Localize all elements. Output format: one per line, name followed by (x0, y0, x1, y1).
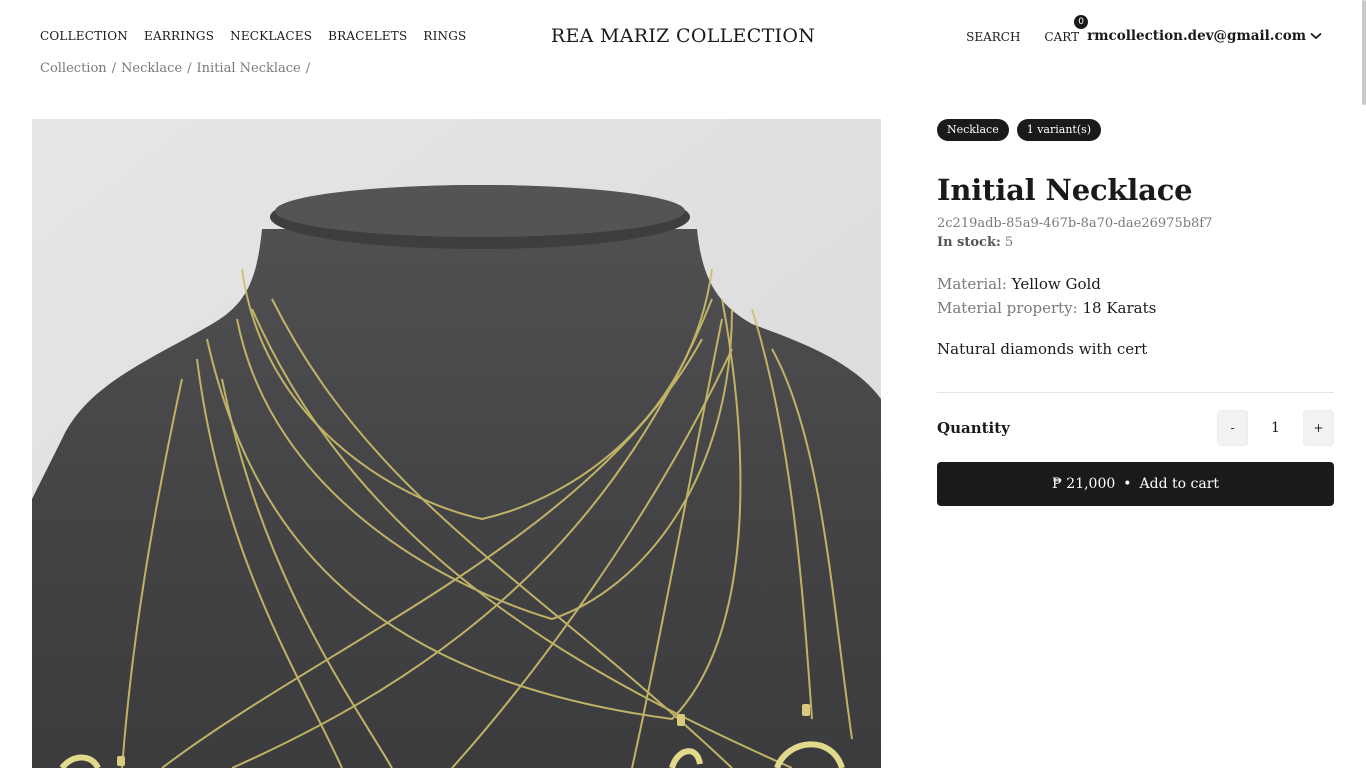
account-menu[interactable]: rmcollection.dev@gmail.com (1087, 28, 1322, 44)
search-link[interactable]: SEARCH (966, 30, 1020, 44)
increase-quantity-button[interactable]: + (1303, 409, 1334, 446)
cart-link[interactable]: CART 0 (1044, 14, 1089, 44)
product-title: Initial Necklace (937, 173, 1193, 207)
quantity-value: 1 (1271, 419, 1280, 436)
breadcrumb-collection[interactable]: Collection (40, 61, 107, 76)
nav-collection[interactable]: COLLECTION (40, 29, 128, 43)
cart-label: CART (1044, 29, 1080, 44)
brand-logo-text[interactable]: REA MARIZ COLLECTION (551, 25, 815, 47)
chevron-down-icon (1310, 32, 1322, 40)
material-property-value: 18 Karats (1082, 298, 1157, 317)
breadcrumb-necklace[interactable]: Necklace (121, 61, 182, 76)
add-to-cart-button[interactable]: ₱ 21,000 • Add to cart (937, 461, 1334, 506)
account-email: rmcollection.dev@gmail.com (1087, 28, 1306, 44)
quantity-row: Quantity - 1 + (937, 409, 1334, 446)
product-tags: Necklace 1 variant(s) (937, 119, 1334, 141)
divider (937, 391, 1334, 393)
variants-tag: 1 variant(s) (1016, 119, 1102, 141)
decrease-quantity-button[interactable]: - (1217, 409, 1248, 446)
price-label: ₱ 21,000 (1051, 475, 1116, 492)
material-info: Material: Yellow Gold Material property:… (937, 272, 1334, 320)
category-tag[interactable]: Necklace (937, 119, 1009, 141)
product-id: 2c219adb-85a9-467b-8a70-dae26975b8f7 (937, 215, 1213, 231)
separator-dot: • (1123, 475, 1132, 492)
product-description: Natural diamonds with cert (937, 339, 1148, 358)
material-value: Yellow Gold (1011, 274, 1101, 293)
necklace-photo (32, 119, 881, 768)
breadcrumb-separator: / (187, 61, 192, 76)
page-scrollbar[interactable] (1362, 0, 1366, 105)
product-details: Necklace 1 variant(s) Initial Necklace 2… (937, 119, 1334, 506)
product-image[interactable] (32, 119, 881, 768)
breadcrumb: Collection / Necklace / Initial Necklace… (40, 61, 310, 76)
breadcrumb-separator: / (111, 61, 117, 76)
material-property-row: Material property: 18 Karats (937, 296, 1334, 320)
nav-bracelets[interactable]: BRACELETS (328, 29, 407, 43)
header-actions: SEARCH CART 0 rmcollection.dev@gmail.com (966, 14, 1322, 44)
material-property-label: Material property: (937, 298, 1078, 317)
stock-label: In stock: (937, 234, 1001, 250)
add-to-cart-label: Add to cart (1139, 475, 1220, 492)
breadcrumb-initial-necklace[interactable]: Initial Necklace (197, 61, 301, 76)
nav-earrings[interactable]: EARRINGS (144, 29, 214, 43)
stock-info: In stock: 5 (937, 235, 1334, 250)
stock-value: 5 (1004, 234, 1014, 250)
nav-necklaces[interactable]: NECKLACES (230, 29, 312, 43)
nav-rings[interactable]: RINGS (423, 29, 466, 43)
material-label: Material: (937, 274, 1007, 293)
cart-count-badge: 0 (1074, 14, 1089, 29)
main-nav: COLLECTION EARRINGS NECKLACES BRACELETS … (40, 29, 466, 43)
material-row: Material: Yellow Gold (937, 272, 1334, 296)
breadcrumb-separator: / (305, 61, 311, 76)
quantity-label: Quantity (937, 418, 1010, 437)
quantity-stepper: - 1 + (1217, 409, 1334, 446)
